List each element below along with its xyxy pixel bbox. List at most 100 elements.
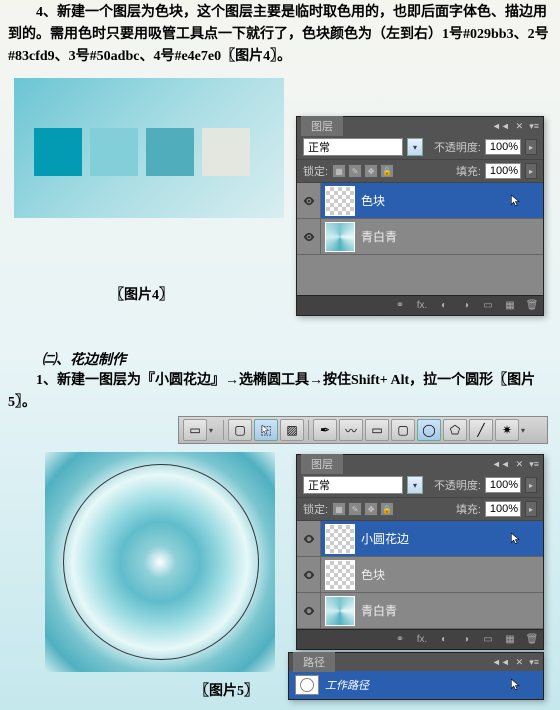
- circle-path: [63, 464, 259, 660]
- fill-input[interactable]: 100%: [485, 501, 521, 517]
- link-icon[interactable]: ⚭: [393, 299, 407, 313]
- fill-label: 填充:: [456, 501, 481, 517]
- mask-icon[interactable]: ◐: [437, 633, 451, 647]
- panel-menu-icon[interactable]: ▾≡: [529, 657, 539, 668]
- lock-transparency-icon[interactable]: ▦: [332, 502, 346, 516]
- paragraph-step1: 1、新建一图层为『小圆花边』→选椭圆工具→按住Shift+ Alt，拉一个圆形〖…: [0, 368, 560, 416]
- lock-position-icon[interactable]: ✥: [364, 502, 378, 516]
- panel-tabrow: 图层 ◄◄ ✕ ▾≡: [297, 117, 543, 135]
- paths-panel: 路径 ◄◄ ✕ ▾≡ 工作路径: [288, 652, 544, 700]
- adjustment-icon[interactable]: ◑: [459, 633, 473, 647]
- folder-icon[interactable]: ▭: [481, 633, 495, 647]
- layer-thumb: [325, 524, 355, 554]
- paths-icon[interactable]: ⬚: [254, 419, 278, 441]
- opacity-input[interactable]: 100%: [485, 477, 521, 493]
- lock-all-icon[interactable]: 🔒: [380, 502, 394, 516]
- new-layer-icon[interactable]: ▦: [503, 299, 517, 313]
- visibility-icon[interactable]: [302, 568, 316, 582]
- visibility-icon[interactable]: [302, 532, 316, 546]
- blend-dropdown-icon[interactable]: ▾: [407, 476, 423, 494]
- rectangle-icon[interactable]: ▭: [365, 419, 389, 441]
- layer-name: 色块: [361, 566, 385, 583]
- image4-label: 〖图片4〗: [110, 284, 173, 304]
- visibility-icon[interactable]: [302, 230, 316, 244]
- opacity-arrow-icon[interactable]: ▸: [525, 139, 537, 155]
- lock-transparency-icon[interactable]: ▦: [332, 164, 346, 178]
- swatch-2: [90, 128, 138, 176]
- line-icon[interactable]: ╱: [469, 419, 493, 441]
- layer-thumb: [325, 596, 355, 626]
- link-icon[interactable]: ⚭: [393, 633, 407, 647]
- layer-qingbaiqing[interactable]: 青白青: [297, 593, 543, 629]
- tab-layers[interactable]: 图层: [301, 116, 343, 136]
- blend-mode-select[interactable]: 正常: [303, 138, 403, 156]
- fill-arrow-icon[interactable]: ▸: [525, 163, 537, 179]
- swatch-1: [34, 128, 82, 176]
- fx-icon[interactable]: fx.: [415, 299, 429, 313]
- panel-menu-icon[interactable]: ▾≡: [529, 121, 539, 132]
- swatch-preview: [14, 78, 284, 218]
- lock-pixels-icon[interactable]: ✎: [348, 164, 362, 178]
- mask-icon[interactable]: ◐: [437, 299, 451, 313]
- panel-close-icon[interactable]: ✕: [516, 459, 524, 470]
- panel-collapse-icon[interactable]: ◄◄: [492, 121, 510, 132]
- ellipse-icon[interactable]: ◯: [417, 419, 441, 441]
- panel-tabrow: 路径 ◄◄ ✕ ▾≡: [289, 653, 543, 671]
- polygon-icon[interactable]: ⬠: [443, 419, 467, 441]
- opacity-label: 不透明度:: [434, 477, 481, 493]
- layer-empty-area: [297, 255, 543, 295]
- swatch-3: [146, 128, 194, 176]
- fill-label: 填充:: [456, 163, 481, 179]
- panel-collapse-icon[interactable]: ◄◄: [492, 657, 510, 668]
- blend-mode-select[interactable]: 正常: [303, 476, 403, 494]
- trash-icon[interactable]: 🗑: [525, 633, 539, 647]
- paragraph-step4: 4、新建一个图层为色块，这个图层主要是临时取色用的，也即后面字体色、描边用到的。…: [0, 0, 560, 70]
- fill-input[interactable]: 100%: [485, 163, 521, 179]
- rounded-rect-icon[interactable]: ▢: [391, 419, 415, 441]
- tab-layers[interactable]: 图层: [301, 454, 343, 474]
- panel-menu-icon[interactable]: ▾≡: [529, 459, 539, 470]
- folder-icon[interactable]: ▭: [481, 299, 495, 313]
- path-thumb: [295, 675, 319, 695]
- panel-collapse-icon[interactable]: ◄◄: [492, 459, 510, 470]
- opacity-input[interactable]: 100%: [485, 139, 521, 155]
- shape-layers-icon[interactable]: ▢: [228, 419, 252, 441]
- shape-mode-btn[interactable]: ▭: [183, 419, 207, 441]
- image5-label: 〖图片5〗: [195, 680, 258, 700]
- freeform-pen-icon[interactable]: 〰: [339, 419, 363, 441]
- shape-toolbar: ▭ ▾ ▢ ⬚ ▨ ✒ 〰 ▭ ▢ ◯ ⬠ ╱ ✷ ▾: [178, 416, 548, 444]
- layer-xiaoyuanhuabian[interactable]: 小圆花边: [297, 521, 543, 557]
- panel-close-icon[interactable]: ✕: [516, 657, 524, 668]
- layer-sekuai[interactable]: 色块: [297, 557, 543, 593]
- shape-options-dropdown[interactable]: ▾: [521, 426, 531, 435]
- cursor-icon: [509, 532, 523, 546]
- adjustment-icon[interactable]: ◑: [459, 299, 473, 313]
- blend-dropdown-icon[interactable]: ▾: [407, 138, 423, 156]
- opacity-arrow-icon[interactable]: ▸: [525, 477, 537, 493]
- pen-icon[interactable]: ✒: [313, 419, 337, 441]
- lock-position-icon[interactable]: ✥: [364, 164, 378, 178]
- fill-pixels-icon[interactable]: ▨: [280, 419, 304, 441]
- lock-all-icon[interactable]: 🔒: [380, 164, 394, 178]
- opacity-label: 不透明度:: [434, 139, 481, 155]
- visibility-icon[interactable]: [302, 194, 316, 208]
- trash-icon[interactable]: 🗑: [525, 299, 539, 313]
- visibility-icon[interactable]: [302, 604, 316, 618]
- panel-close-icon[interactable]: ✕: [516, 121, 524, 132]
- layer-name: 青白青: [361, 228, 397, 245]
- lock-pixels-icon[interactable]: ✎: [348, 502, 362, 516]
- fx-icon[interactable]: fx.: [415, 633, 429, 647]
- swatch-4: [202, 128, 250, 176]
- cursor-icon: [260, 424, 272, 436]
- path-workpath[interactable]: 工作路径: [289, 671, 543, 699]
- shape-mode-dropdown[interactable]: ▾: [209, 426, 219, 435]
- tab-paths[interactable]: 路径: [293, 652, 335, 672]
- new-layer-icon[interactable]: ▦: [503, 633, 517, 647]
- fill-arrow-icon[interactable]: ▸: [525, 501, 537, 517]
- cursor-icon: [509, 678, 523, 692]
- layer-thumb: [325, 186, 355, 216]
- custom-shape-icon[interactable]: ✷: [495, 419, 519, 441]
- layers-panel-2: 图层 ◄◄ ✕ ▾≡ 正常 ▾ 不透明度: 100% ▸ 锁定: ▦ ✎ ✥ 🔒…: [296, 454, 544, 650]
- layer-sekuai[interactable]: 色块: [297, 183, 543, 219]
- layer-qingbaiqing[interactable]: 青白青: [297, 219, 543, 255]
